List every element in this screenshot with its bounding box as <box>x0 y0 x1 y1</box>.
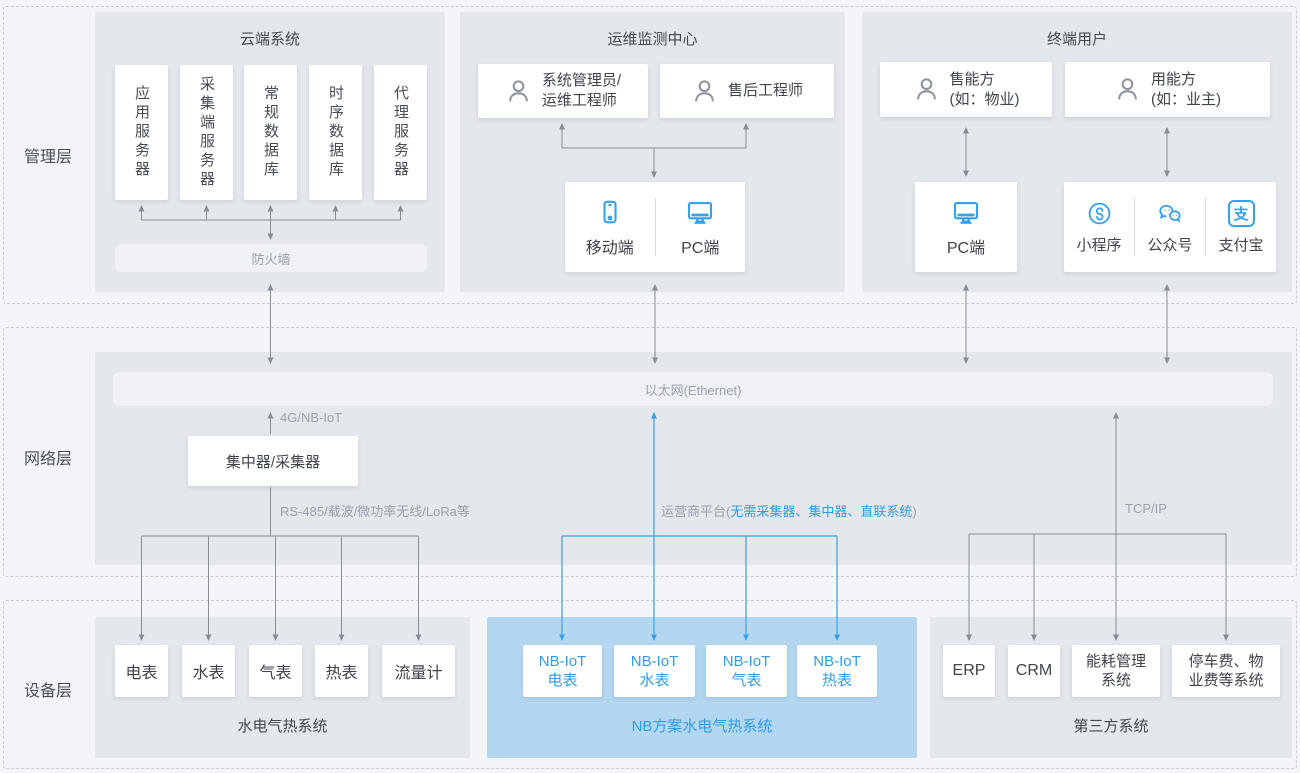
energy-mgmt-line1: 能耗管理 <box>1086 652 1146 671</box>
architecture-diagram: 管理层 网络层 设备层 云端系统 运维监测中心 终端用户 应用服务器 采集端服务… <box>0 0 1300 773</box>
after-sales-engineer-box: 售后工程师 <box>660 64 834 118</box>
person-icon <box>1114 76 1141 103</box>
server-box-timeseries-db: 时序数据库 <box>309 65 362 200</box>
erp-box: ERP <box>943 645 995 697</box>
ethernet-bar: 以太网(Ethernet) <box>113 372 1273 406</box>
parking-fee-line1: 停车费、物 <box>1188 652 1263 671</box>
energy-consumer-line2: (如：业主) <box>1151 90 1221 110</box>
server-label: 代理服务器 <box>390 85 411 180</box>
nb-meter-box-electric: NB-IoT电表 <box>523 645 602 697</box>
alipay-label: 支付宝 <box>1218 234 1263 255</box>
server-box-app: 应用服务器 <box>115 65 168 200</box>
nb-meter-line1: NB-IoT <box>813 652 861 671</box>
nb-meter-line1: NB-IoT <box>723 652 771 671</box>
pc-terminal: PC端 <box>656 182 746 272</box>
parking-fee-line2: 业费等系统 <box>1188 671 1263 690</box>
admin-box: 系统管理员/ 运维工程师 <box>478 64 648 118</box>
alipay-cell: 支 支付宝 <box>1206 182 1276 272</box>
miniprogram-label: 小程序 <box>1076 234 1121 255</box>
meter-label: 热表 <box>325 659 357 683</box>
4g-nbiot-label: 4G/NB-IoT <box>280 410 342 425</box>
ops-center-title: 运维监测中心 <box>460 28 845 49</box>
admin-label-line2: 运维工程师 <box>542 91 621 111</box>
meter-box-electric: 电表 <box>115 645 168 697</box>
wechat-label: 公众号 <box>1147 234 1192 255</box>
nb-meter-line2: 气表 <box>723 671 771 690</box>
monitor-icon <box>950 197 982 227</box>
meter-box-flow: 流量计 <box>382 645 455 697</box>
energy-mgmt-line2: 系统 <box>1086 671 1146 690</box>
meter-label: 电表 <box>125 659 157 683</box>
user-apps-box: 小程序 公众号 支 支付宝 <box>1064 182 1276 272</box>
phone-icon <box>595 197 625 227</box>
carrier-platform-label: 运营商平台(无需采集器、集中器、直联系统) <box>661 501 917 520</box>
mobile-terminal: 移动端 <box>565 182 655 272</box>
meter-box-water: 水表 <box>182 645 235 697</box>
energy-seller-line1: 售能方 <box>950 70 1020 90</box>
crm-label: CRM <box>1016 662 1052 680</box>
nb-meter-box-gas: NB-IoT气表 <box>706 645 787 697</box>
energy-seller-line2: (如：物业) <box>950 90 1020 110</box>
wechat-icon <box>1156 200 1185 227</box>
meter-label: 气表 <box>259 659 291 683</box>
meter-label: 水表 <box>192 659 224 683</box>
firewall-bar: 防火墙 <box>115 244 427 272</box>
network-layer-label: 网络层 <box>24 445 72 469</box>
user-pc-label: PC端 <box>947 234 985 258</box>
parking-fee-box: 停车费、物业费等系统 <box>1172 645 1280 697</box>
miniprogram-cell: 小程序 <box>1064 182 1134 272</box>
user-pc-box: PC端 <box>915 182 1017 272</box>
meter-label: 流量计 <box>394 659 442 683</box>
carrier-prefix: 运营商平台( <box>661 504 730 519</box>
nb-meter-line2: 热表 <box>813 671 861 690</box>
management-layer-label: 管理层 <box>24 143 72 167</box>
crm-box: CRM <box>1008 645 1060 697</box>
admin-label-line1: 系统管理员/ <box>542 71 621 91</box>
nb-meter-box-heat: NB-IoT热表 <box>797 645 877 697</box>
after-sales-engineer-label: 售后工程师 <box>728 81 803 101</box>
end-user-title: 终端用户 <box>862 28 1292 49</box>
nb-meter-box-water: NB-IoT水表 <box>614 645 695 697</box>
server-label: 采集端服务器 <box>196 76 217 190</box>
nb-meter-line1: NB-IoT <box>631 652 679 671</box>
cloud-system-title: 云端系统 <box>95 28 445 49</box>
ops-terminal-box: 移动端 PC端 <box>565 182 745 272</box>
mobile-terminal-label: 移动端 <box>586 234 634 258</box>
concentrator-box: 集中器/采集器 <box>188 436 358 486</box>
pc-terminal-label: PC端 <box>681 234 719 258</box>
nb-meter-line2: 水表 <box>631 671 679 690</box>
device-layer-label: 设备层 <box>24 677 72 701</box>
meter-box-heat: 热表 <box>315 645 368 697</box>
meter-system-caption: 水电气热系统 <box>95 715 470 736</box>
user-pc: PC端 <box>915 182 1017 272</box>
miniprogram-icon <box>1086 200 1113 227</box>
nb-system-caption: NB方案水电气热系统 <box>487 715 917 736</box>
nb-meter-line1: NB-IoT <box>539 652 587 671</box>
energy-consumer-box: 用能方 (如：业主) <box>1065 62 1270 117</box>
server-label: 应用服务器 <box>131 85 152 180</box>
wechat-cell: 公众号 <box>1135 182 1205 272</box>
server-label: 常规数据库 <box>260 85 281 180</box>
monitor-icon <box>684 197 716 227</box>
person-icon <box>691 78 718 105</box>
server-box-proxy: 代理服务器 <box>374 65 427 200</box>
erp-label: ERP <box>953 662 986 680</box>
nb-meter-line2: 电表 <box>539 671 587 690</box>
server-label: 时序数据库 <box>325 85 346 180</box>
energy-mgmt-box: 能耗管理系统 <box>1072 645 1160 697</box>
energy-consumer-line1: 用能方 <box>1151 70 1221 90</box>
carrier-suffix: ) <box>912 504 916 519</box>
person-icon <box>913 76 940 103</box>
meter-box-gas: 气表 <box>249 645 302 697</box>
rs485-label: RS-485/载波/微功率无线/LoRa等 <box>280 501 470 520</box>
server-box-regular-db: 常规数据库 <box>244 65 297 200</box>
energy-seller-box: 售能方 (如：物业) <box>880 62 1052 117</box>
tcpip-label: TCP/IP <box>1125 501 1167 516</box>
carrier-highlight: 无需采集器、集中器、直联系统 <box>730 504 912 519</box>
alipay-icon: 支 <box>1228 200 1255 227</box>
server-box-collector: 采集端服务器 <box>180 65 233 200</box>
person-icon <box>505 78 532 105</box>
third-party-caption: 第三方系统 <box>930 715 1292 736</box>
